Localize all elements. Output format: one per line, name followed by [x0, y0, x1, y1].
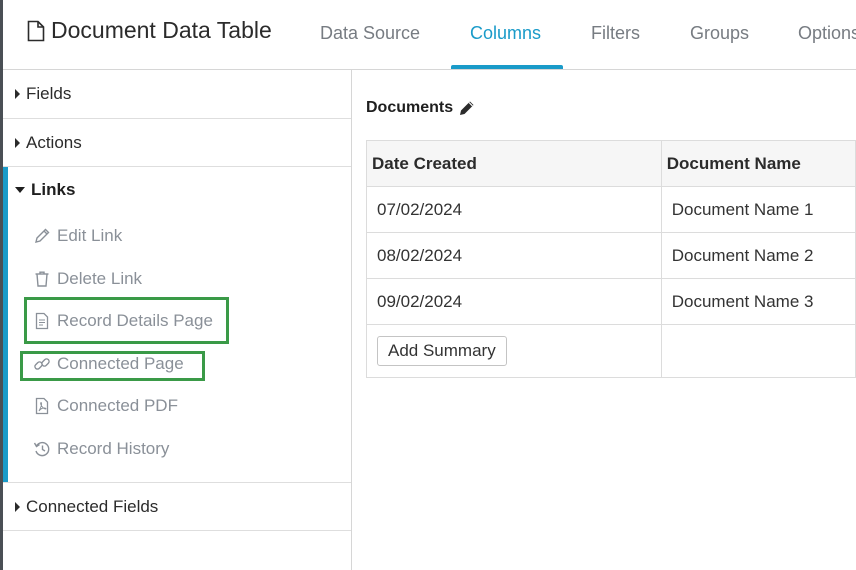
sidebar: Fields Actions Links Edit Link Delete Li…: [3, 70, 352, 570]
link-connected-pdf[interactable]: Connected PDF: [33, 396, 178, 416]
cell-document-name: Document Name 1: [660, 186, 856, 233]
caret-right-icon: [15, 89, 20, 99]
pencil-icon[interactable]: [458, 99, 476, 117]
section-connected-fields-label: Connected Fields: [26, 497, 159, 516]
section-connected-fields-header[interactable]: Connected Fields: [15, 497, 158, 517]
page-title: Document Data Table: [27, 17, 272, 44]
data-table: Date Created Document Name 07/02/2024 Do…: [366, 140, 856, 378]
tab-columns[interactable]: Columns: [470, 23, 541, 44]
cell-date-created: 09/02/2024: [366, 278, 662, 325]
caret-right-icon: [15, 502, 20, 512]
column-header-document-name[interactable]: Document Name: [660, 140, 856, 187]
link-record-history[interactable]: Record History: [33, 439, 169, 459]
section-connected-fields[interactable]: Connected Fields: [3, 483, 351, 531]
links-active-bar: [3, 167, 8, 482]
pdf-icon: [35, 397, 49, 415]
page-title-text: Document Data Table: [51, 17, 272, 43]
section-fields-label: Fields: [26, 84, 72, 103]
tab-filters[interactable]: Filters: [591, 23, 640, 44]
cell-document-name: Document Name 2: [660, 232, 856, 279]
header: Document Data Table Data Source Columns …: [3, 0, 856, 70]
column-header-date-created[interactable]: Date Created: [366, 140, 662, 187]
summary-row: Add Summary: [366, 324, 856, 378]
document-icon: [27, 20, 45, 41]
cell-document-name: Document Name 3: [660, 278, 856, 325]
table-row: 09/02/2024 Document Name 3: [366, 278, 856, 325]
highlight-box-connected-page: [20, 351, 205, 381]
table-title[interactable]: Documents: [366, 99, 476, 117]
pencil-icon: [35, 228, 50, 243]
tab-data-source[interactable]: Data Source: [320, 23, 420, 44]
summary-cell-empty: [660, 324, 856, 378]
link-edit-link-label: Edit Link: [57, 226, 123, 245]
link-edit-link[interactable]: Edit Link: [33, 226, 122, 246]
add-summary-button[interactable]: Add Summary: [377, 336, 507, 366]
table-row: 07/02/2024 Document Name 1: [366, 186, 856, 233]
link-record-history-label: Record History: [57, 439, 170, 458]
summary-cell: Add Summary: [366, 324, 662, 378]
active-tab-indicator: [451, 65, 563, 69]
link-delete-link[interactable]: Delete Link: [33, 269, 142, 289]
cell-date-created: 08/02/2024: [366, 232, 662, 279]
cell-date-created: 07/02/2024: [366, 186, 662, 233]
section-actions-header[interactable]: Actions: [15, 133, 82, 153]
link-connected-pdf-label: Connected PDF: [57, 396, 178, 415]
link-delete-link-label: Delete Link: [57, 269, 143, 288]
history-icon: [33, 441, 50, 457]
table-row: 08/02/2024 Document Name 2: [366, 232, 856, 279]
section-links-header[interactable]: Links: [15, 180, 75, 200]
section-links-label: Links: [31, 180, 76, 199]
caret-right-icon: [15, 138, 20, 148]
caret-down-icon: [15, 187, 25, 193]
table-title-text: Documents: [366, 99, 454, 116]
main-panel: Documents Date Created Document Name 07/…: [353, 70, 856, 570]
tab-options[interactable]: Options: [798, 23, 856, 44]
highlight-box-record-details: [24, 297, 229, 344]
section-fields-header[interactable]: Fields: [15, 84, 71, 104]
trash-icon: [35, 271, 49, 287]
section-actions-label: Actions: [26, 133, 82, 152]
tab-groups[interactable]: Groups: [690, 23, 749, 44]
section-fields[interactable]: Fields: [3, 70, 351, 119]
section-actions[interactable]: Actions: [3, 119, 351, 167]
